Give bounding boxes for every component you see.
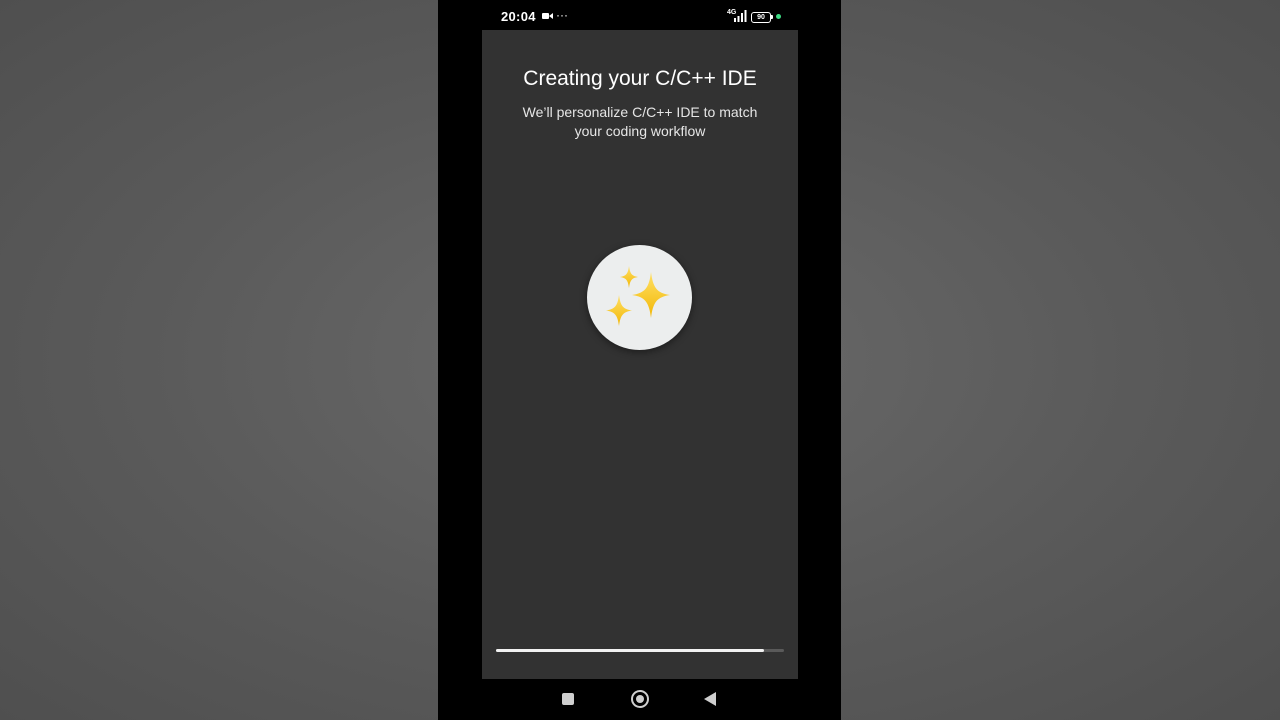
progress-bar xyxy=(496,649,784,652)
status-time: 20:04 xyxy=(501,9,536,24)
signal-bars-icon xyxy=(734,10,747,22)
triangle-back-icon[interactable] xyxy=(704,692,716,706)
status-overflow-dots: ··· xyxy=(556,8,568,22)
page-title: Creating your C/C++ IDE xyxy=(523,67,757,90)
circle-home-icon[interactable] xyxy=(631,690,649,708)
privacy-indicator-dot xyxy=(776,14,781,19)
status-bar: 20:04 ··· 4G 90 xyxy=(438,0,841,30)
page-subtitle: We’ll personalize C/C++ IDE to match you… xyxy=(522,104,758,139)
onboarding-screen: Creating your C/C++ IDE We’ll personaliz… xyxy=(482,30,798,679)
video-camera-icon xyxy=(542,13,553,19)
battery-level: 90 xyxy=(751,12,771,23)
system-nav-bar xyxy=(438,679,841,720)
sparkles-badge xyxy=(587,245,692,350)
square-recents-icon[interactable] xyxy=(562,693,574,705)
phone-frame: 20:04 ··· 4G 90 Creating your C/C++ IDE … xyxy=(438,0,841,720)
sparkles-icon xyxy=(606,266,670,326)
home-icon-inner xyxy=(636,695,644,703)
progress-fill xyxy=(496,649,764,652)
battery-tip xyxy=(771,15,773,19)
